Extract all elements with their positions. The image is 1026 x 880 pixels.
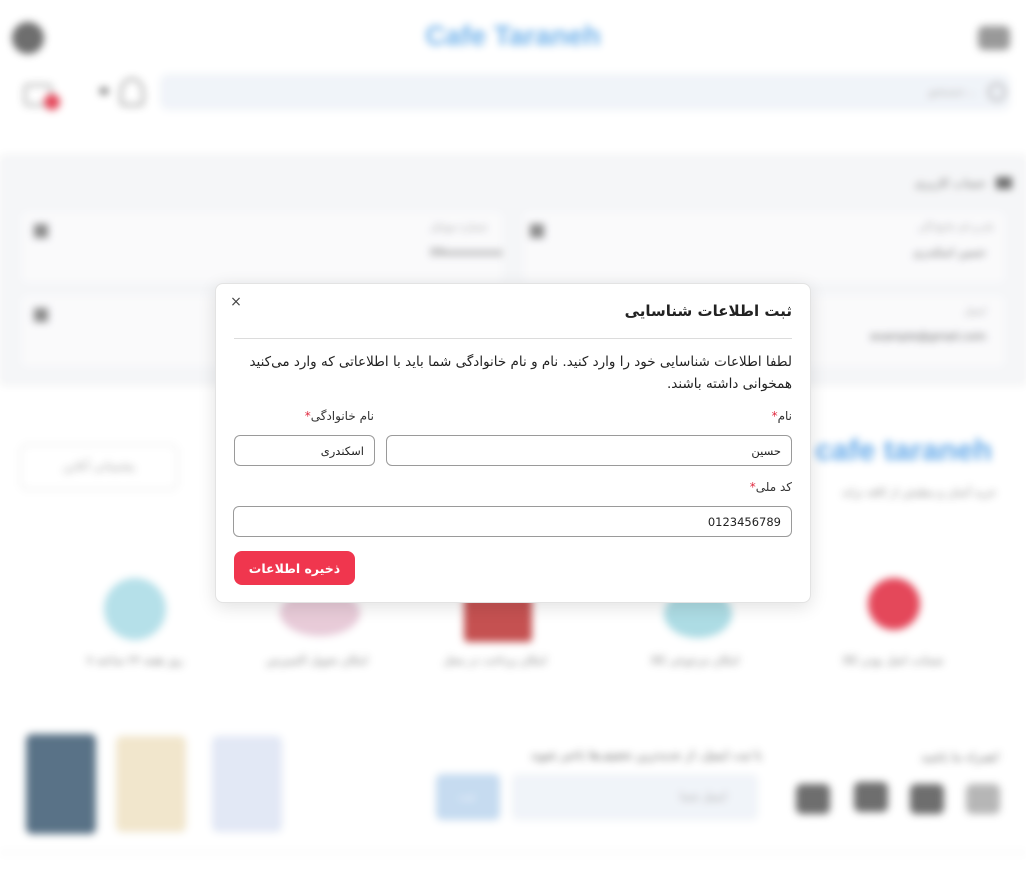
first-name-label-text: نام [777, 409, 792, 423]
save-info-button[interactable]: ذخیره اطلاعات [234, 551, 355, 585]
last-name-input[interactable] [234, 435, 375, 466]
modal-description: لطفا اطلاعات شناسایی خود را وارد کنید. ن… [249, 354, 792, 392]
national-id-label-text: کد ملی [755, 480, 792, 494]
last-name-label-text: نام خانوادگی [310, 409, 374, 423]
first-name-input[interactable] [386, 435, 792, 466]
modal-title: ثبت اطلاعات شناسایی [624, 302, 792, 320]
national-id-input[interactable] [233, 506, 792, 537]
modal-divider [234, 338, 792, 339]
first-name-label: نام* [772, 409, 792, 423]
identity-modal: ثبت اطلاعات شناسایی × لطفا اطلاعات شناسا… [215, 283, 811, 603]
close-icon[interactable]: × [228, 294, 244, 310]
national-id-label: کد ملی* [750, 480, 792, 494]
last-name-label: نام خانوادگی* [305, 409, 374, 423]
